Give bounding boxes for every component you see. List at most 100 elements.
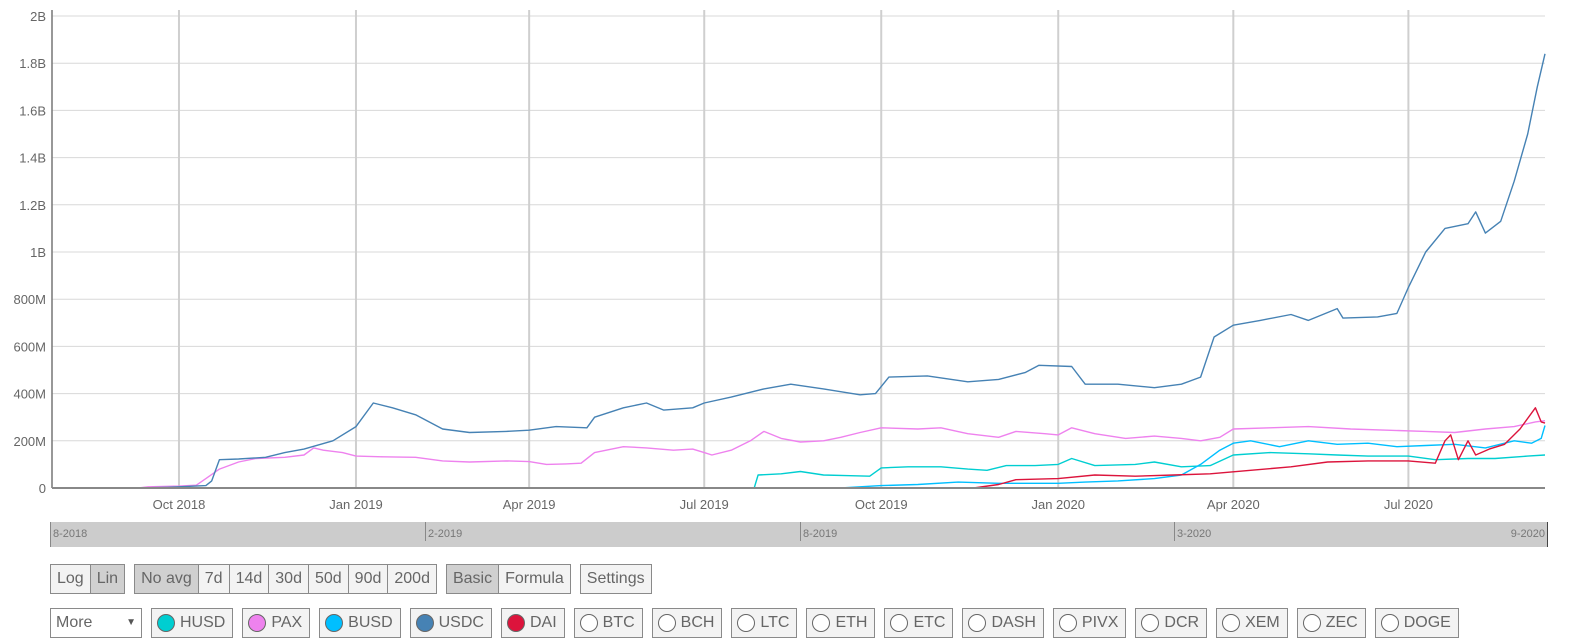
coin-toggle-bch[interactable]: BCH [651, 608, 723, 638]
lin-scale-button[interactable]: Lin [90, 565, 125, 593]
coin-toggle-eth[interactable]: ETH [806, 608, 876, 638]
coin-label: LTC [760, 614, 790, 631]
basic-mode-button[interactable]: Basic [446, 565, 500, 593]
coin-toggle-doge[interactable]: DOGE [1374, 608, 1459, 638]
coin-toggle-usdc[interactable]: USDC [409, 608, 492, 638]
coin-label: BTC [602, 614, 635, 631]
coin-toggle-etc[interactable]: ETC [884, 608, 954, 638]
series-line-dai [973, 407, 1546, 489]
average-toggle-group: No avg 7d 14d 30d 50d 90d 200d [134, 564, 437, 594]
x-tick-label: Jul 2020 [1384, 497, 1433, 512]
coin-label: DAI [529, 614, 557, 631]
scale-toggle-group: Log Lin [50, 564, 126, 594]
coin-label: ETH [835, 614, 868, 631]
settings-button[interactable]: Settings [580, 565, 651, 593]
coin-label: HUSD [180, 614, 226, 631]
avg-7d-button[interactable]: 7d [198, 565, 230, 593]
navigator-label: 8-2018 [53, 528, 88, 540]
color-swatch-icon [506, 614, 525, 632]
y-tick-label: 1B [30, 245, 46, 260]
series-lines [52, 53, 1546, 489]
coin-label: BUSD [348, 614, 393, 631]
navigator-label: 9-2020 [1510, 528, 1545, 540]
navigator-label: 2-2019 [425, 522, 462, 541]
color-swatch-icon [1141, 614, 1160, 632]
coin-label: DASH [991, 614, 1036, 631]
coin-toggle-dcr[interactable]: DCR [1135, 608, 1208, 638]
series-line-usdc [52, 53, 1546, 489]
coin-label: ETC [913, 614, 946, 631]
x-tick-label: Oct 2018 [153, 497, 206, 512]
more-select-value: More [56, 614, 93, 631]
color-swatch-icon [248, 614, 267, 632]
navigator-label: 3-2020 [1174, 522, 1211, 541]
coin-label: USDC [438, 614, 484, 631]
avg-30d-button[interactable]: 30d [269, 565, 309, 593]
coin-toggle-husd[interactable]: HUSD [151, 608, 234, 638]
coin-label: DOGE [1403, 614, 1451, 631]
color-swatch-icon [890, 614, 909, 632]
color-swatch-icon [1222, 614, 1241, 632]
avg-90d-button[interactable]: 90d [348, 565, 389, 593]
mode-toggle-group: Basic Formula [445, 564, 571, 594]
y-tick-label: 1.8B [19, 56, 46, 71]
coin-toggle-btc[interactable]: BTC [573, 608, 643, 638]
x-tick-label: Jan 2019 [329, 497, 383, 512]
avg-14d-button[interactable]: 14d [229, 565, 270, 593]
x-tick-label: Oct 2019 [855, 497, 908, 512]
color-swatch-icon [1380, 614, 1399, 632]
more-select[interactable]: More ▼ [50, 608, 142, 638]
color-swatch-icon [812, 614, 831, 632]
range-navigator[interactable]: 8-2018 2-2019 8-2019 3-2020 9-2020 [50, 522, 1548, 547]
y-tick-label: 600M [13, 339, 46, 354]
y-tick-label: 0 [39, 481, 46, 496]
y-tick-label: 200M [13, 434, 46, 449]
chevron-down-icon: ▼ [126, 617, 136, 628]
avg-200d-button[interactable]: 200d [388, 565, 436, 593]
coin-toggle-dash[interactable]: DASH [962, 608, 1044, 638]
coin-label: BCH [680, 614, 715, 631]
navigator-label: 8-2019 [800, 522, 837, 541]
coin-toggle-ltc[interactable]: LTC [731, 608, 798, 638]
horizontal-gridlines [52, 15, 1545, 442]
line-chart: 0 200M 400M 600M 800M 1B 1.2B 1.4B 1.6B 1.8B 2B Oc… [13, 9, 1546, 512]
color-swatch-icon [737, 614, 756, 632]
settings-group: Settings [579, 564, 652, 594]
y-tick-label: 800M [13, 292, 46, 307]
coin-toggle-pivx[interactable]: PIVX [1052, 608, 1127, 638]
log-scale-button[interactable]: Log [51, 565, 91, 593]
series-line-busd [840, 425, 1546, 489]
no-avg-button[interactable]: No avg [135, 565, 199, 593]
x-tick-label: Jan 2020 [1031, 497, 1085, 512]
coin-label: XEM [1245, 614, 1280, 631]
avg-50d-button[interactable]: 50d [308, 565, 349, 593]
formula-mode-button[interactable]: Formula [499, 565, 570, 593]
coin-label: ZEC [1325, 614, 1358, 631]
x-tick-label: Jul 2019 [680, 497, 729, 512]
controls-row: Log Lin No avg 7d 14d 30d 50d 90d 200d B… [50, 564, 652, 594]
y-axis-labels: 0 200M 400M 600M 800M 1B 1.2B 1.4B 1.6B 1.8B 2B [13, 9, 46, 496]
y-tick-label: 1.2B [19, 198, 46, 213]
y-tick-label: 2B [30, 9, 46, 24]
x-tick-label: Apr 2019 [503, 497, 556, 512]
coin-toggle-busd[interactable]: BUSD [319, 608, 401, 638]
coin-selector-row: More ▼ HUSD PAX BUSD USDC DAI BTC BCH LTC ETH ETC… [50, 608, 1459, 638]
color-swatch-icon [1058, 614, 1077, 632]
series-line-husd [753, 451, 1546, 489]
coin-toggle-xem[interactable]: XEM [1216, 608, 1288, 638]
y-tick-label: 1.6B [19, 103, 46, 118]
color-swatch-icon [325, 614, 344, 632]
color-swatch-icon [579, 614, 598, 632]
coin-toggle-pax[interactable]: PAX [242, 608, 311, 638]
coin-toggle-dai[interactable]: DAI [500, 608, 565, 638]
color-swatch-icon [415, 614, 434, 632]
coin-label: PIVX [1081, 614, 1119, 631]
x-axis-labels: Oct 2018 Jan 2019 Apr 2019 Jul 2019 Oct 2019… [153, 497, 1433, 512]
coin-label: DCR [1164, 614, 1200, 631]
x-tick-label: Apr 2020 [1207, 497, 1260, 512]
coin-label: PAX [271, 614, 303, 631]
coin-toggle-zec[interactable]: ZEC [1296, 608, 1366, 638]
color-swatch-icon [1302, 614, 1321, 632]
y-tick-label: 1.4B [19, 151, 46, 166]
color-swatch-icon [157, 614, 175, 632]
